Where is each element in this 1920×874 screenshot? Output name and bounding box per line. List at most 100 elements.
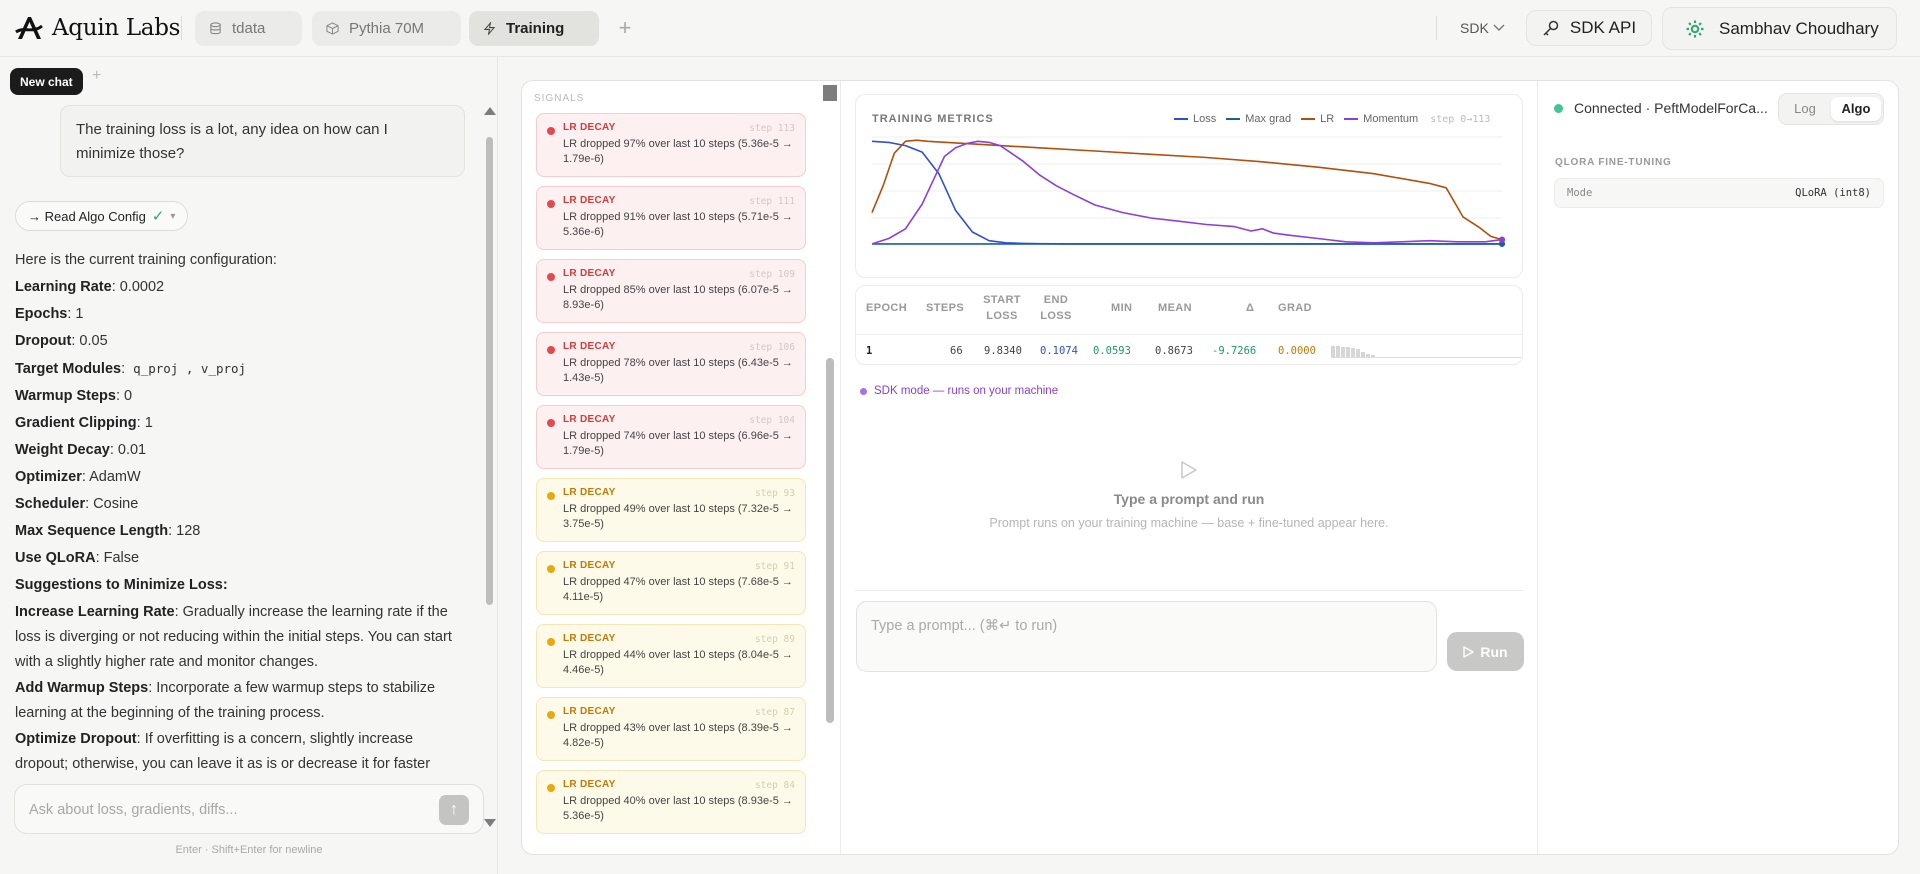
signal-card[interactable]: LR DECAY step 87 LR dropped 43% over last … (536, 697, 806, 761)
signal-step: step 106 (749, 342, 795, 353)
col-header: STEPS (926, 302, 965, 314)
cell-epoch: 1 (866, 345, 873, 357)
signal-message: LR dropped 85% over last 10 steps (6.07e… (563, 284, 793, 311)
user-message: The training loss is a lot, any idea on … (60, 105, 465, 177)
scroll-up-icon[interactable] (484, 107, 496, 115)
signals-scrollbar[interactable] (823, 85, 837, 853)
algo-config-row: Mode QLoRA (int8) (1554, 178, 1884, 208)
col-header: END LOSS (1040, 294, 1072, 322)
cell-steps: 66 (950, 345, 963, 357)
tab-pythia[interactable]: Pythia 70M (312, 11, 461, 46)
tool-call-label: → Read Algo Config (28, 208, 146, 224)
divider (181, 16, 182, 40)
new-chat-plus-button[interactable]: + (92, 67, 101, 85)
chat-panel: New chat + The training loss is a lot, a… (0, 57, 498, 874)
loss-sparkline (1331, 346, 1521, 358)
signal-card[interactable]: LR DECAY step 109 LR dropped 85% over last… (536, 259, 806, 323)
divider (1436, 16, 1437, 40)
cell-delta: -9.7266 (1212, 345, 1257, 357)
chart-legend: Loss Max grad LR Momentum step 0→113 (1174, 113, 1490, 125)
signal-message: LR dropped 78% over last 10 steps (6.43e… (563, 357, 793, 384)
signal-card[interactable]: LR DECAY step 106 LR dropped 78% over last… (536, 332, 806, 396)
cell-grad: 0.0000 (1278, 345, 1316, 357)
sdk-api-button[interactable]: SDK API (1526, 10, 1652, 46)
scrollbar-thumb[interactable] (826, 358, 834, 723)
tab-log[interactable]: Log (1783, 97, 1827, 121)
sdk-mode-indicator: SDK mode — runs on your machine (860, 385, 1058, 397)
legend-item[interactable]: Loss (1174, 113, 1216, 125)
tab-tdata[interactable]: tdata (195, 11, 302, 46)
series-endpoint[interactable] (1499, 236, 1505, 243)
config-line: Target Modules: q_proj , v_proj (15, 361, 247, 377)
suggestion: Add Warmup Steps: Incorporate a few warm… (15, 680, 436, 721)
signals-list[interactable]: LR DECAY step 113 LR dropped 97% over last… (536, 113, 806, 850)
config-line: Scheduler: Cosine (15, 496, 139, 512)
signal-status-dot (547, 273, 555, 281)
suggestions-heading: Suggestions to Minimize Loss: (15, 577, 228, 593)
play-icon (1463, 645, 1475, 658)
target-modules-code: q_proj , v_proj (133, 361, 247, 376)
signal-step: step 104 (749, 415, 795, 426)
bolt-icon (483, 22, 496, 35)
user-menu[interactable]: Sambhav Choudhary (1662, 7, 1897, 50)
gear-icon (1686, 20, 1704, 37)
col-header: Δ (1246, 302, 1255, 314)
col-header: GRAD (1278, 302, 1312, 314)
legend-item[interactable]: LR (1301, 113, 1334, 125)
signal-step: step 113 (749, 123, 795, 134)
signal-step: step 89 (754, 634, 795, 645)
chevron-down-icon[interactable]: ▾ (170, 211, 175, 222)
chart-plot[interactable] (866, 129, 1514, 269)
config-line: Warmup Steps: 0 (15, 388, 133, 404)
signal-card[interactable]: LR DECAY step 93 LR dropped 49% over last … (536, 478, 806, 542)
col-header: MEAN (1158, 302, 1192, 314)
signal-status-dot (547, 711, 555, 719)
signal-card[interactable]: LR DECAY step 104 LR dropped 74% over last… (536, 405, 806, 469)
add-tab-button[interactable]: + (615, 14, 635, 42)
signal-step: step 109 (749, 269, 795, 280)
empty-state: Type a prompt and run Prompt runs on you… (855, 460, 1523, 530)
legend-item[interactable]: Momentum (1344, 113, 1418, 125)
scrollbar-thumb[interactable] (486, 137, 493, 605)
scroll-down-icon[interactable] (484, 819, 496, 827)
signal-status-dot (547, 200, 555, 208)
sdk-dropdown[interactable]: SDK (1460, 16, 1505, 40)
tab-training[interactable]: Training (469, 11, 599, 46)
chat-scrollbar[interactable] (483, 107, 496, 827)
send-button[interactable]: ↑ (439, 795, 469, 825)
divider (840, 81, 841, 854)
signal-card[interactable]: LR DECAY step 89 LR dropped 44% over last … (536, 624, 806, 688)
suggestion: Optimize Dropout: If overfitting is a co… (15, 731, 431, 772)
signal-message: LR dropped 40% over last 10 steps (8.93e… (563, 795, 793, 822)
sdk-api-label: SDK API (1569, 18, 1637, 37)
step-range: step 0→113 (1430, 113, 1491, 125)
legend-swatch (1226, 118, 1241, 120)
brand[interactable]: Aquin Labs (14, 12, 180, 44)
chat-input[interactable] (29, 798, 429, 822)
answer-intro: Here is the current training configurati… (15, 252, 277, 268)
legend-item[interactable]: Max grad (1226, 113, 1291, 125)
scroll-up-icon[interactable] (823, 85, 837, 93)
database-icon (210, 22, 221, 35)
tab-algo[interactable]: Algo (1831, 97, 1881, 121)
signal-card[interactable]: LR DECAY step 113 LR dropped 97% over last… (536, 113, 806, 177)
col-header: EPOCH (866, 302, 908, 314)
config-line: Epochs: 1 (15, 306, 84, 322)
scroll-down-icon[interactable] (823, 93, 837, 101)
tool-call-pill[interactable]: → Read Algo Config ✓ ▾ (15, 201, 189, 231)
run-button[interactable]: Run (1447, 632, 1524, 671)
tab-label: Pythia 70M (349, 20, 425, 37)
new-chat-button[interactable]: New chat (10, 68, 83, 95)
empty-subtitle: Prompt runs on your training machine — b… (989, 516, 1389, 530)
tab-label: Training (506, 20, 565, 37)
signal-card[interactable]: LR DECAY step 91 LR dropped 47% over last … (536, 551, 806, 615)
signal-card[interactable]: LR DECAY step 111 LR dropped 91% over last… (536, 186, 806, 250)
prompt-input[interactable] (871, 616, 1411, 636)
signal-status-dot (547, 346, 555, 354)
chat-messages[interactable]: The training loss is a lot, any idea on … (0, 105, 480, 825)
signal-card[interactable]: LR DECAY step 84 LR dropped 40% over last … (536, 770, 806, 834)
status-dot (1554, 103, 1563, 113)
config-line: Max Sequence Length: 128 (15, 523, 201, 539)
connection-status: Connected · PeftModelForCa... (1554, 100, 1768, 116)
col-header: MIN (1111, 302, 1133, 314)
